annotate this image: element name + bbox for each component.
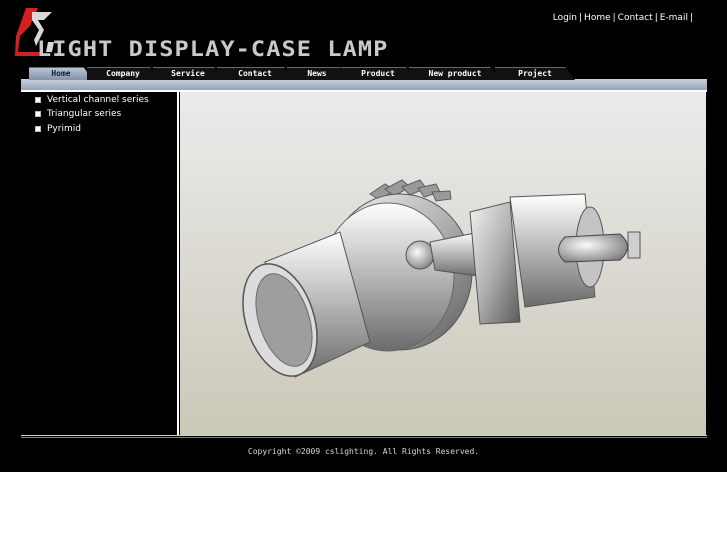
logo-text: LIGHT DISPLAY-CASE LAMP	[37, 37, 389, 61]
spotlight-lamp-image	[180, 92, 706, 435]
separator: |	[579, 13, 583, 23]
contact-link[interactable]: Contact	[618, 13, 653, 23]
sidebar-item-pyrimid[interactable]: Pyrimid	[35, 122, 81, 136]
top-links: Login | Home | Contact | E-mail |	[553, 13, 695, 23]
tab-label: Service	[171, 69, 205, 78]
separator: |	[654, 13, 658, 23]
site-logo[interactable]: LIGHT DISPLAY-CASE LAMP	[14, 6, 414, 61]
tab-service[interactable]: Service	[153, 67, 223, 80]
page-background: Login | Home | Contact | E-mail | LIGHT DISPLAY…	[0, 0, 727, 472]
separator: |	[689, 13, 693, 23]
bullet-icon	[35, 111, 41, 117]
tab-company[interactable]: Company	[87, 67, 159, 80]
sidebar-item-vertical-channel-series[interactable]: Vertical channel series	[35, 93, 149, 107]
sidebar: Vertical channel series Triangular serie…	[21, 92, 177, 435]
email-link[interactable]: E-mail	[660, 13, 688, 23]
vertical-divider	[177, 92, 179, 435]
tab-product[interactable]: Product	[341, 67, 415, 80]
bullet-icon	[35, 126, 41, 132]
tab-new-product[interactable]: New product	[409, 67, 501, 80]
tab-home[interactable]: Home	[29, 67, 93, 80]
bullet-icon	[35, 97, 41, 103]
tab-contact[interactable]: Contact	[217, 67, 293, 80]
tab-label: Project	[518, 69, 552, 78]
tab-label: Contact	[238, 69, 272, 78]
tab-label: New product	[428, 69, 482, 78]
copyright-text: Copyright ©2009 cslighting. All Rights R…	[247, 447, 480, 456]
login-link[interactable]: Login	[553, 13, 577, 23]
product-image	[180, 92, 706, 435]
main-navigation: Home Company Service Contact News Produc…	[21, 67, 707, 92]
sidebar-item-label: Triangular series	[47, 109, 122, 119]
tab-label: Product	[361, 69, 395, 78]
tab-project[interactable]: Project	[495, 67, 575, 80]
tab-label: News	[307, 69, 327, 78]
tab-news[interactable]: News	[287, 67, 347, 80]
footer-divider	[21, 435, 707, 438]
separator: |	[612, 13, 616, 23]
home-link[interactable]: Home	[584, 13, 611, 23]
tab-label: Company	[106, 69, 140, 78]
sidebar-item-label: Pyrimid	[47, 124, 81, 134]
tab-label: Home	[51, 69, 71, 78]
sidebar-item-label: Vertical channel series	[47, 95, 149, 105]
sidebar-item-triangular-series[interactable]: Triangular series	[35, 107, 121, 121]
